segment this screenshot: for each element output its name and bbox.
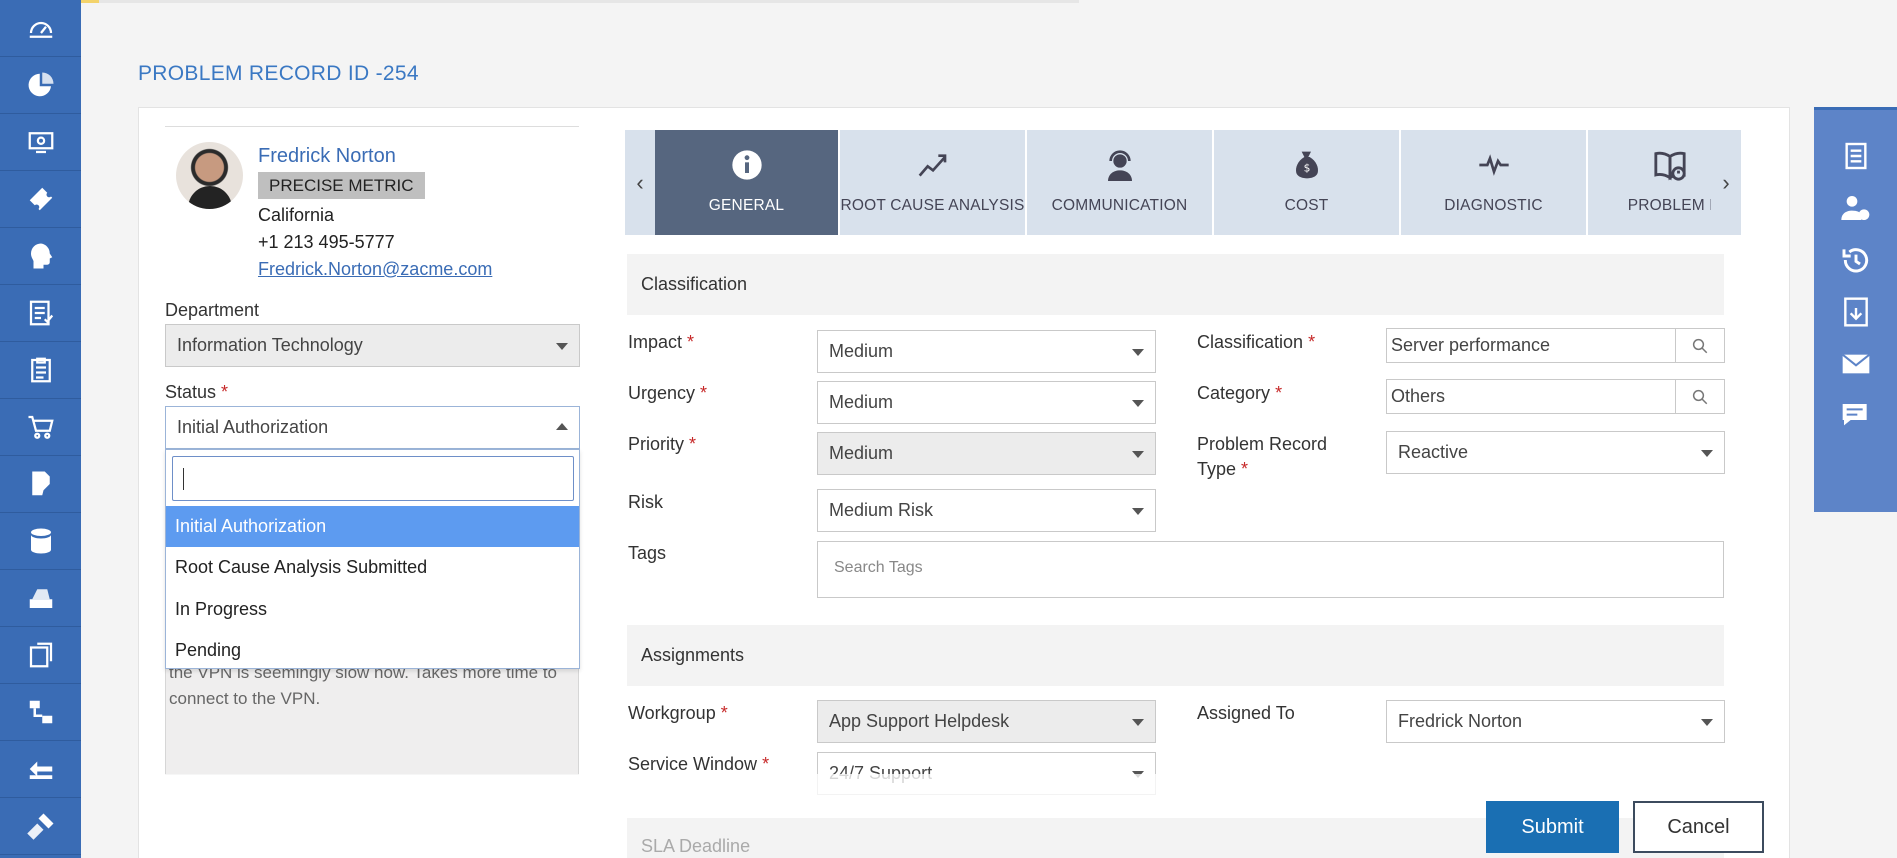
mail-icon[interactable] [1814,338,1897,390]
monitor-icon[interactable] [0,114,81,171]
problem-record-type-label: Problem Record Type * [1197,434,1328,479]
right-action-panel [1814,107,1897,512]
requester-phone: +1 213 495-5777 [258,232,395,252]
tab-general[interactable]: GENERAL [655,130,840,235]
tab-problem-record[interactable]: PROBLEM RE [1588,130,1711,235]
chevron-down-icon [1132,349,1144,356]
department-value: Information Technology [177,335,363,355]
classification-section-title: Classification [627,254,1724,315]
tab-cost[interactable]: $ COST [1214,130,1401,235]
tab-bar: ‹ GENERAL ROOT CAUSE ANALYSIS COMMUNICAT… [625,130,1741,235]
head-gear-icon[interactable] [0,228,81,285]
database-icon[interactable] [0,513,81,570]
gavel-icon[interactable] [0,798,81,855]
status-search-input[interactable] [172,456,574,501]
status-option[interactable]: Initial Authorization [166,506,579,547]
chevron-down-icon [1701,719,1713,726]
status-value: Initial Authorization [177,417,329,437]
user-assign-icon[interactable] [1814,182,1897,234]
search-icon[interactable] [1675,380,1724,413]
status-dropdown: Initial Authorization Root Cause Analysi… [165,449,580,669]
divider [165,126,579,127]
inbox-icon[interactable] [0,741,81,798]
urgency-label: Urgency * [628,383,708,403]
info-icon [729,147,765,183]
chevron-down-icon [1132,719,1144,726]
history-icon[interactable] [1814,234,1897,286]
risk-label: Risk [628,492,663,512]
tab-communication[interactable]: COMMUNICATION [1027,130,1214,235]
classification-lookup[interactable]: Server performance [1386,328,1725,363]
requester-email[interactable]: Fredrick.Norton@zacme.com [258,259,492,280]
pdf-download-icon[interactable] [1814,286,1897,338]
tab-diagnostic[interactable]: DIAGNOSTIC [1401,130,1588,235]
category-lookup[interactable]: Others [1386,379,1725,414]
search-icon[interactable] [1675,329,1724,362]
workgroup-select[interactable]: App Support Helpdesk [817,700,1156,743]
category-label: Category * [1197,383,1283,403]
urgency-select[interactable]: Medium [817,381,1156,424]
requester-badge: PRECISE METRIC [258,172,425,199]
problem-record-type-select[interactable]: Reactive [1386,431,1725,474]
scanner-icon[interactable] [0,570,81,627]
headset-icon [1102,147,1138,183]
checklist-icon[interactable] [0,285,81,342]
submit-button[interactable]: Submit [1486,801,1619,853]
workgroup-label: Workgroup * [628,703,728,723]
money-bag-icon: $ [1289,147,1325,183]
tags-label: Tags [628,543,667,563]
file-note-icon[interactable] [0,627,81,684]
chevron-down-icon [556,343,568,350]
status-select[interactable]: Initial Authorization [165,406,580,449]
book-alert-icon [1652,147,1688,183]
cancel-button[interactable]: Cancel [1633,801,1764,853]
chevron-down-icon [1132,508,1144,515]
progress-line [99,0,1079,3]
requester-name[interactable]: Fredrick Norton [258,145,396,168]
department-label: Department [165,300,260,320]
classification-label: Classification * [1197,332,1316,352]
clipboard-icon[interactable] [0,342,81,399]
chevron-down-icon [1132,400,1144,407]
status-option[interactable]: In Progress [166,589,579,630]
priority-select[interactable]: Medium [817,432,1156,475]
risk-select[interactable]: Medium Risk [817,489,1156,532]
department-select[interactable]: Information Technology [165,324,580,367]
avatar [176,142,243,209]
impact-label: Impact * [628,332,695,352]
assigned-to-label: Assigned To [1197,703,1295,723]
cart-icon[interactable] [0,399,81,456]
document-list-icon[interactable] [1814,130,1897,182]
impact-select[interactable]: Medium [817,330,1156,373]
trend-icon [915,147,951,183]
document-edit-icon[interactable] [0,456,81,513]
requester-location: California [258,205,335,225]
tags-input[interactable]: Search Tags [817,541,1724,598]
pulse-icon [1476,147,1512,183]
chevron-up-icon [556,423,568,430]
tab-root-cause-analysis[interactable]: ROOT CAUSE ANALYSIS [840,130,1027,235]
ticket-icon[interactable] [0,171,81,228]
chevron-down-icon [1701,450,1713,457]
status-label: Status * [165,382,229,402]
tags-placeholder: Search Tags [834,559,923,576]
pie-chart-icon[interactable] [0,57,81,114]
svg-text:$: $ [1303,162,1310,175]
dashboard-icon[interactable] [0,0,81,57]
workflow-icon[interactable] [0,684,81,741]
status-option[interactable]: Pending [166,630,579,671]
assigned-to-select[interactable]: Fredrick Norton [1386,700,1725,743]
chat-icon[interactable] [1814,390,1897,442]
status-option[interactable]: Root Cause Analysis Submitted [166,547,579,588]
page-title: PROBLEM RECORD ID -254 [138,62,419,85]
topbar-accent [81,0,99,3]
chevron-right-icon[interactable]: › [1711,130,1741,235]
assignments-section-title: Assignments [627,625,1724,686]
text-cursor [183,468,184,490]
chevron-down-icon [1132,451,1144,458]
chevron-left-icon[interactable]: ‹ [625,130,655,235]
left-nav [0,0,81,858]
priority-label: Priority * [628,434,697,454]
